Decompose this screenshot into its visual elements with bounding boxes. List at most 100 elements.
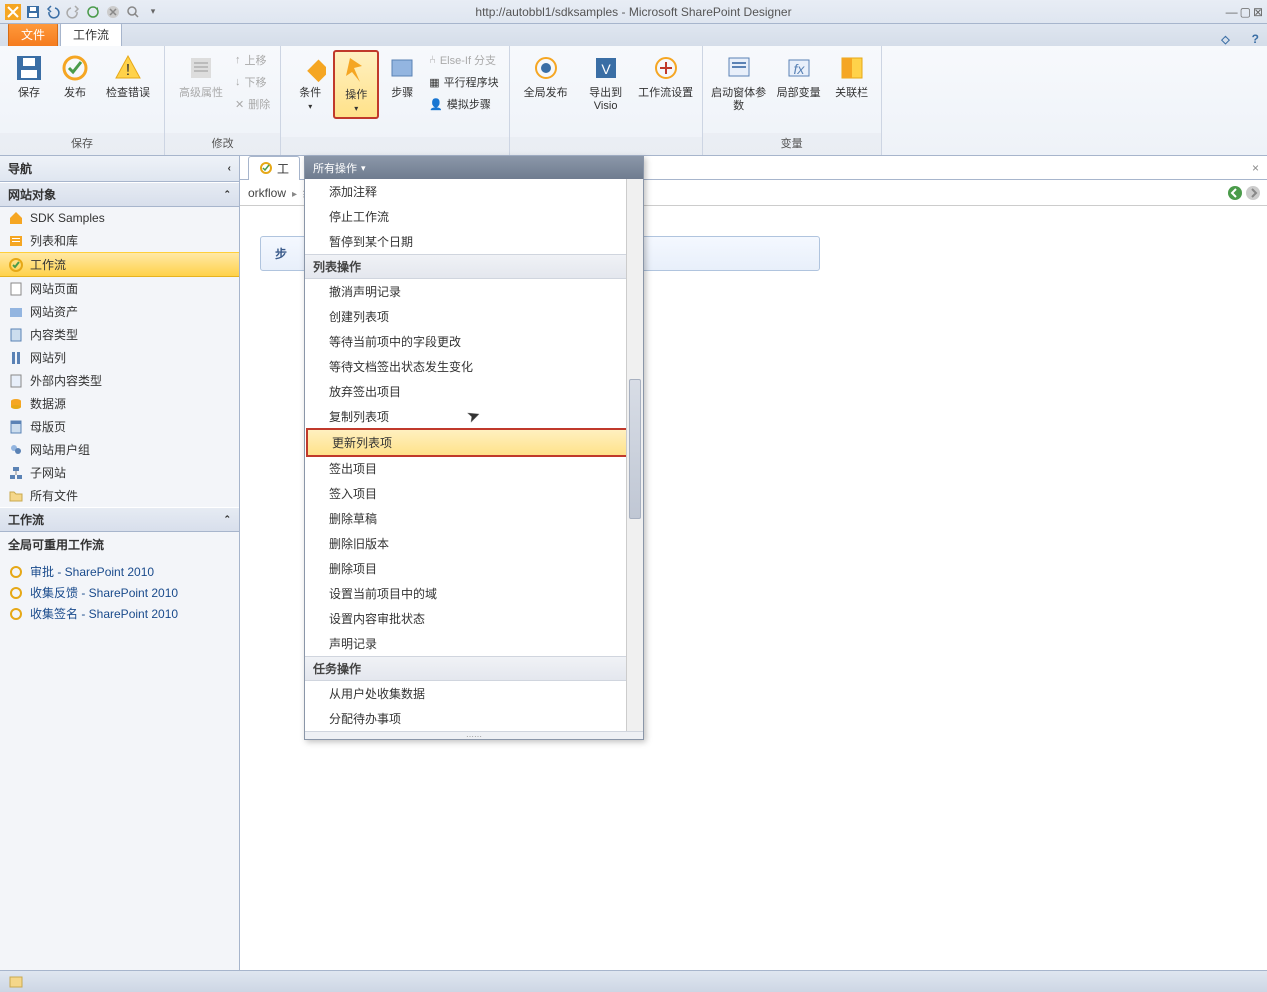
action-button[interactable]: 操作▾: [333, 50, 379, 119]
nav-item-master-pages[interactable]: 母版页: [0, 415, 239, 438]
dd-item[interactable]: 等待文档签出状态发生变化: [305, 354, 643, 379]
close-tab-icon[interactable]: ×: [1252, 161, 1259, 175]
dd-item[interactable]: 删除项目: [305, 556, 643, 581]
dd-item[interactable]: 删除草稿: [305, 506, 643, 531]
workflow-icon: [8, 606, 24, 622]
parallel-button[interactable]: ▦平行程序块: [425, 72, 502, 92]
dd-group-list-actions: 列表操作: [305, 254, 643, 279]
nav-section-workflows[interactable]: 工作流 ⌃: [0, 507, 239, 532]
breadcrumb-back-icon[interactable]: [1227, 185, 1243, 201]
nav-item-data-sources[interactable]: 数据源: [0, 392, 239, 415]
workflow-icon: [8, 257, 24, 273]
delete-x-icon: ✕: [235, 98, 244, 111]
nav-item-groups[interactable]: 网站用户组: [0, 438, 239, 461]
ribbon-tabstrip: 文件 工作流 ◇ ?: [0, 24, 1267, 46]
publish-button[interactable]: 发布: [52, 50, 98, 102]
qat-dropdown-icon[interactable]: ▾: [144, 3, 162, 21]
advanced-properties-button: 高级属性: [171, 50, 231, 102]
local-vars-button[interactable]: fx 局部变量: [769, 50, 829, 102]
maximize-icon[interactable]: ▢: [1240, 5, 1251, 19]
workflow-icon: [8, 564, 24, 580]
nav-item-content-types[interactable]: 内容类型: [0, 323, 239, 346]
dd-item[interactable]: 从用户处收集数据: [305, 681, 643, 706]
chevron-up-icon: ⌃: [223, 189, 231, 200]
breadcrumb-item[interactable]: orkflow: [248, 186, 286, 200]
save-icon[interactable]: [24, 3, 42, 21]
dd-item[interactable]: 签入项目: [305, 481, 643, 506]
window-controls: — ▢ ⊠: [1226, 5, 1263, 19]
dd-item[interactable]: 等待当前项中的字段更改: [305, 329, 643, 354]
wf-item-approval[interactable]: 审批 - SharePoint 2010: [0, 561, 239, 582]
dd-item[interactable]: 分配待办事项: [305, 706, 643, 731]
external-icon: [8, 373, 24, 389]
dropdown-resize-handle[interactable]: ⋯⋯: [305, 731, 643, 739]
dd-item[interactable]: 放弃签出项目: [305, 379, 643, 404]
wf-item-feedback[interactable]: 收集反馈 - SharePoint 2010: [0, 582, 239, 603]
breadcrumb-forward-icon[interactable]: [1245, 185, 1261, 201]
nav-item-home[interactable]: SDK Samples: [0, 207, 239, 229]
workflow-list: 审批 - SharePoint 2010 收集反馈 - SharePoint 2…: [0, 557, 239, 628]
dd-item-update-list-item[interactable]: 更新列表项: [306, 428, 642, 457]
save-button[interactable]: 保存: [6, 50, 52, 102]
zoom-icon[interactable]: [124, 3, 142, 21]
stop-icon[interactable]: [104, 3, 122, 21]
help-icon[interactable]: ?: [1252, 32, 1259, 46]
content-tab-workflow[interactable]: 工: [248, 156, 300, 180]
dd-item[interactable]: 撤消声明记录: [305, 279, 643, 304]
nav-item-external-types[interactable]: 外部内容类型: [0, 369, 239, 392]
dropdown-scrollbar[interactable]: [626, 179, 643, 731]
content-type-icon: [8, 327, 24, 343]
dd-item[interactable]: 停止工作流: [305, 204, 643, 229]
refresh-icon[interactable]: [84, 3, 102, 21]
nav-item-lists[interactable]: 列表和库: [0, 229, 239, 252]
check-errors-button[interactable]: ! 检查错误: [98, 50, 158, 102]
step-button[interactable]: 步骤: [379, 50, 425, 102]
tab-workflow[interactable]: 工作流: [60, 22, 122, 46]
scrollbar-thumb[interactable]: [629, 379, 641, 519]
undo-icon[interactable]: [44, 3, 62, 21]
redo-icon[interactable]: [64, 3, 82, 21]
nav-item-site-columns[interactable]: 网站列: [0, 346, 239, 369]
dd-item[interactable]: 设置当前项目中的域: [305, 581, 643, 606]
wf-item-signatures[interactable]: 收集签名 - SharePoint 2010: [0, 603, 239, 624]
assoc-cols-button[interactable]: 关联栏: [829, 50, 875, 102]
workflow-settings-button[interactable]: 工作流设置: [636, 50, 696, 102]
status-icon: [8, 974, 24, 990]
dd-item[interactable]: 添加注释: [305, 179, 643, 204]
condition-button[interactable]: 条件▾: [287, 50, 333, 115]
global-publish-button[interactable]: 全局发布: [516, 50, 576, 102]
dd-item[interactable]: 删除旧版本: [305, 531, 643, 556]
close-icon[interactable]: ⊠: [1253, 5, 1263, 19]
dd-item[interactable]: 签出项目: [305, 456, 643, 481]
nav-item-workflows[interactable]: 工作流: [0, 252, 239, 277]
parallel-icon: ▦: [429, 76, 439, 89]
dd-item[interactable]: 创建列表项: [305, 304, 643, 329]
master-icon: [8, 419, 24, 435]
impersonation-button[interactable]: 👤模拟步骤: [425, 94, 502, 114]
dd-group-task-actions: 任务操作: [305, 656, 643, 681]
tab-file[interactable]: 文件: [8, 22, 58, 46]
subsite-icon: [8, 465, 24, 481]
nav-item-site-assets[interactable]: 网站资产: [0, 300, 239, 323]
nav-item-site-pages[interactable]: 网站页面: [0, 277, 239, 300]
svg-text:V: V: [601, 61, 611, 77]
dd-item[interactable]: 设置内容审批状态: [305, 606, 643, 631]
dd-item[interactable]: 声明记录: [305, 631, 643, 656]
wf-group-header: 全局可重用工作流: [0, 532, 239, 557]
app-icon[interactable]: [4, 3, 22, 21]
minimize-icon[interactable]: —: [1226, 5, 1238, 19]
page-icon: [8, 281, 24, 297]
init-params-button[interactable]: 启动窗体参数: [709, 50, 769, 115]
nav-collapse-icon[interactable]: ‹: [228, 163, 231, 174]
nav-item-all-files[interactable]: 所有文件: [0, 484, 239, 507]
titlebar: ▾ http://autobbl1/sdksamples - Microsoft…: [0, 0, 1267, 24]
dd-item[interactable]: 暂停到某个日期: [305, 229, 643, 254]
ribbon-collapse-icon[interactable]: ◇: [1221, 33, 1229, 46]
export-visio-button[interactable]: V 导出到 Visio: [576, 50, 636, 115]
workflow-icon: [8, 585, 24, 601]
dropdown-header[interactable]: 所有操作: [305, 157, 643, 179]
ribbon-group-insert: 条件▾ 操作▾ 步骤 ⑃Else-If 分支 ▦平行程序块 👤模拟步骤: [281, 46, 509, 155]
dropdown-list[interactable]: 添加注释 停止工作流 暂停到某个日期 列表操作 撤消声明记录 创建列表项 等待当…: [305, 179, 643, 731]
nav-section-site-objects[interactable]: 网站对象 ⌃: [0, 182, 239, 207]
nav-item-subsites[interactable]: 子网站: [0, 461, 239, 484]
